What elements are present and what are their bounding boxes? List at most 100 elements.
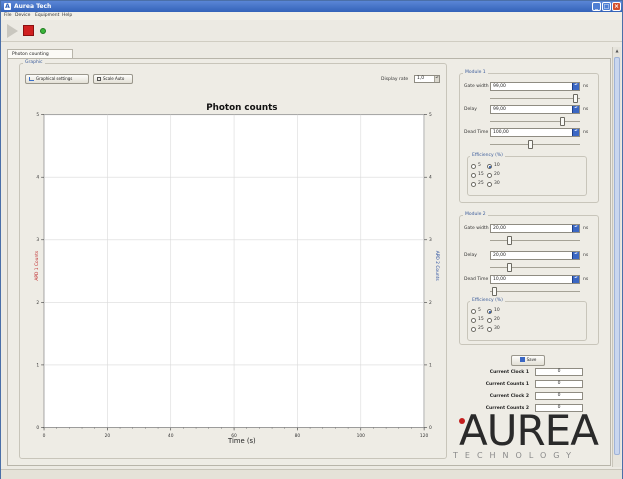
x-axis-label: Time (s) bbox=[227, 437, 256, 445]
y-tick-label-right: 5 bbox=[429, 112, 432, 118]
display-rate-spinbox[interactable]: 1,0 ▴▾ bbox=[414, 75, 440, 83]
efficiency-radio-5[interactable] bbox=[471, 164, 476, 169]
current-clock-1-value: 0 bbox=[535, 368, 583, 376]
y-tick-label-right: 4 bbox=[429, 175, 432, 181]
save-button[interactable]: Save bbox=[511, 355, 545, 366]
m2-dead-time-input[interactable]: 10,00 ▴▾ bbox=[490, 275, 580, 284]
efficiency-radio-label: 20 bbox=[494, 317, 500, 322]
menu-help[interactable]: Help bbox=[62, 13, 72, 18]
m2-delay-slider[interactable] bbox=[490, 267, 580, 268]
spin-arrows-icon[interactable]: ▴▾ bbox=[572, 275, 579, 283]
m2-dead-time-value: 10,00 bbox=[493, 277, 506, 282]
m2-gate-width-label: Gate width bbox=[464, 226, 489, 231]
m1-delay-unit: ns bbox=[583, 107, 589, 112]
m1-delay-slider-thumb[interactable] bbox=[559, 117, 565, 126]
m2-gate-width-value: 20,00 bbox=[493, 226, 506, 231]
x-tick-label: 100 bbox=[357, 433, 366, 439]
efficiency-radio-25[interactable] bbox=[471, 182, 476, 187]
m1-dead-time-label: Dead Time bbox=[464, 130, 489, 135]
spin-arrows-icon[interactable]: ▴▾ bbox=[434, 76, 439, 82]
m2-dead-time-slider[interactable] bbox=[490, 291, 580, 292]
efficiency-radio-25[interactable] bbox=[471, 327, 476, 332]
maximize-button[interactable]: □ bbox=[602, 2, 611, 11]
efficiency-radio-5[interactable] bbox=[471, 309, 476, 314]
m1-gate-width-slider-thumb[interactable] bbox=[573, 94, 579, 103]
efficiency-radio-20[interactable] bbox=[487, 173, 492, 178]
stop-icon[interactable] bbox=[23, 25, 34, 36]
m2-delay-input[interactable]: 20,00 ▴▾ bbox=[490, 251, 580, 260]
graphic-legend: Graphic bbox=[23, 60, 45, 65]
module-1-legend: Module 1 bbox=[463, 70, 488, 75]
y-tick-label-right: 1 bbox=[429, 362, 432, 368]
x-tick-label: 80 bbox=[295, 433, 301, 439]
m1-gate-width-label: Gate width bbox=[464, 84, 489, 89]
app-icon: A bbox=[4, 3, 11, 10]
m1-gate-width-value: 99,00 bbox=[493, 84, 506, 89]
m1-dead-time-slider[interactable] bbox=[490, 144, 580, 145]
spin-arrows-icon[interactable]: ▴▾ bbox=[572, 128, 579, 136]
spin-arrows-icon[interactable]: ▴▾ bbox=[572, 82, 579, 90]
scale-auto-button[interactable]: Scale Auto bbox=[93, 74, 133, 84]
efficiency-radio-20[interactable] bbox=[487, 318, 492, 323]
menu-bar: File Device Equipment Help bbox=[1, 12, 622, 20]
m2-dead-time-slider-thumb[interactable] bbox=[491, 287, 497, 296]
play-icon[interactable] bbox=[7, 24, 18, 38]
m1-delay-input[interactable]: 99,00 ▴▾ bbox=[490, 105, 580, 114]
m2-gate-width-slider[interactable] bbox=[490, 240, 580, 241]
close-button[interactable]: × bbox=[612, 2, 621, 11]
efficiency-radio-label: 20 bbox=[494, 172, 500, 177]
efficiency-radio-label: 15 bbox=[478, 317, 484, 322]
m2-dead-time-label: Dead Time bbox=[464, 277, 489, 282]
m1-dead-time-input[interactable]: 100,00 ▴▾ bbox=[490, 128, 580, 137]
y-tick-label-left: 3 bbox=[36, 237, 39, 243]
menu-file[interactable]: File bbox=[4, 13, 12, 18]
save-label: Save bbox=[526, 357, 537, 362]
efficiency-radio-30[interactable] bbox=[487, 182, 492, 187]
m2-delay-value: 20,00 bbox=[493, 253, 506, 258]
spin-arrows-icon[interactable]: ▴▾ bbox=[572, 224, 579, 232]
checkbox-icon bbox=[97, 77, 101, 81]
graph-icon bbox=[29, 77, 34, 81]
current-counts-1-label: Current Counts 1 bbox=[485, 382, 529, 387]
y-tick-label-left: 5 bbox=[36, 112, 39, 118]
m1-dead-time-slider-thumb[interactable] bbox=[528, 140, 534, 149]
current-clock-2-value: 0 bbox=[535, 392, 583, 400]
vertical-scrollbar[interactable]: ▲ bbox=[612, 47, 621, 467]
m2-gate-width-input[interactable]: 20,00 ▴▾ bbox=[490, 224, 580, 233]
m2-gate-width-unit: ns bbox=[583, 226, 589, 231]
m1-gate-width-slider[interactable] bbox=[490, 98, 580, 99]
efficiency-radio-10[interactable] bbox=[487, 164, 492, 169]
menu-device[interactable]: Device bbox=[15, 13, 30, 18]
module-2-legend: Module 2 bbox=[463, 212, 488, 217]
spin-arrows-icon[interactable]: ▴▾ bbox=[572, 251, 579, 259]
y-tick-label-left: 1 bbox=[36, 362, 39, 368]
efficiency-radio-30[interactable] bbox=[487, 327, 492, 332]
app-window: A Aurea Tech _ □ × File Device Equipment… bbox=[0, 0, 623, 479]
efficiency-radio-10[interactable] bbox=[487, 309, 492, 314]
minimize-button[interactable]: _ bbox=[592, 2, 601, 11]
current-clock-1-label: Current Clock 1 bbox=[489, 370, 529, 375]
efficiency-radio-label: 25 bbox=[478, 181, 484, 186]
spin-arrows-icon[interactable]: ▴▾ bbox=[572, 105, 579, 113]
efficiency-radio-15[interactable] bbox=[471, 318, 476, 323]
scrollbar-thumb[interactable] bbox=[614, 57, 620, 455]
x-tick-label: 120 bbox=[420, 433, 429, 439]
m1-delay-slider[interactable] bbox=[490, 121, 580, 122]
graphical-settings-button[interactable]: Graphical settings bbox=[25, 74, 89, 84]
m2-delay-slider-thumb[interactable] bbox=[507, 263, 512, 272]
m1-gate-width-input[interactable]: 99,00 ▴▾ bbox=[490, 82, 580, 91]
aurea-logo: AUREA TECHNOLOGY bbox=[453, 409, 609, 467]
y-tick-label-left: 0 bbox=[36, 425, 39, 431]
menu-equipment[interactable]: Equipment bbox=[35, 13, 59, 18]
m1-dead-time-value: 100,00 bbox=[493, 130, 509, 135]
m2-efficiency-group bbox=[467, 301, 587, 341]
scroll-up-icon[interactable]: ▲ bbox=[614, 48, 620, 55]
efficiency-radio-15[interactable] bbox=[471, 173, 476, 178]
chart-svg: Photon counts 0 20 40 60 80 100 1200 01 12 23 34 45… bbox=[34, 103, 440, 445]
y-tick-label-right: 2 bbox=[429, 300, 432, 306]
m2-gate-width-slider-thumb[interactable] bbox=[507, 236, 512, 245]
current-clock-2-label: Current Clock 2 bbox=[489, 394, 529, 399]
efficiency-radio-label: 30 bbox=[494, 181, 500, 186]
photon-counts-chart: Photon counts 0 20 40 60 80 100 120 0 0 1 1 2 2 3 3 4 4 5… bbox=[27, 101, 447, 446]
logo-subtitle: TECHNOLOGY bbox=[453, 451, 578, 460]
